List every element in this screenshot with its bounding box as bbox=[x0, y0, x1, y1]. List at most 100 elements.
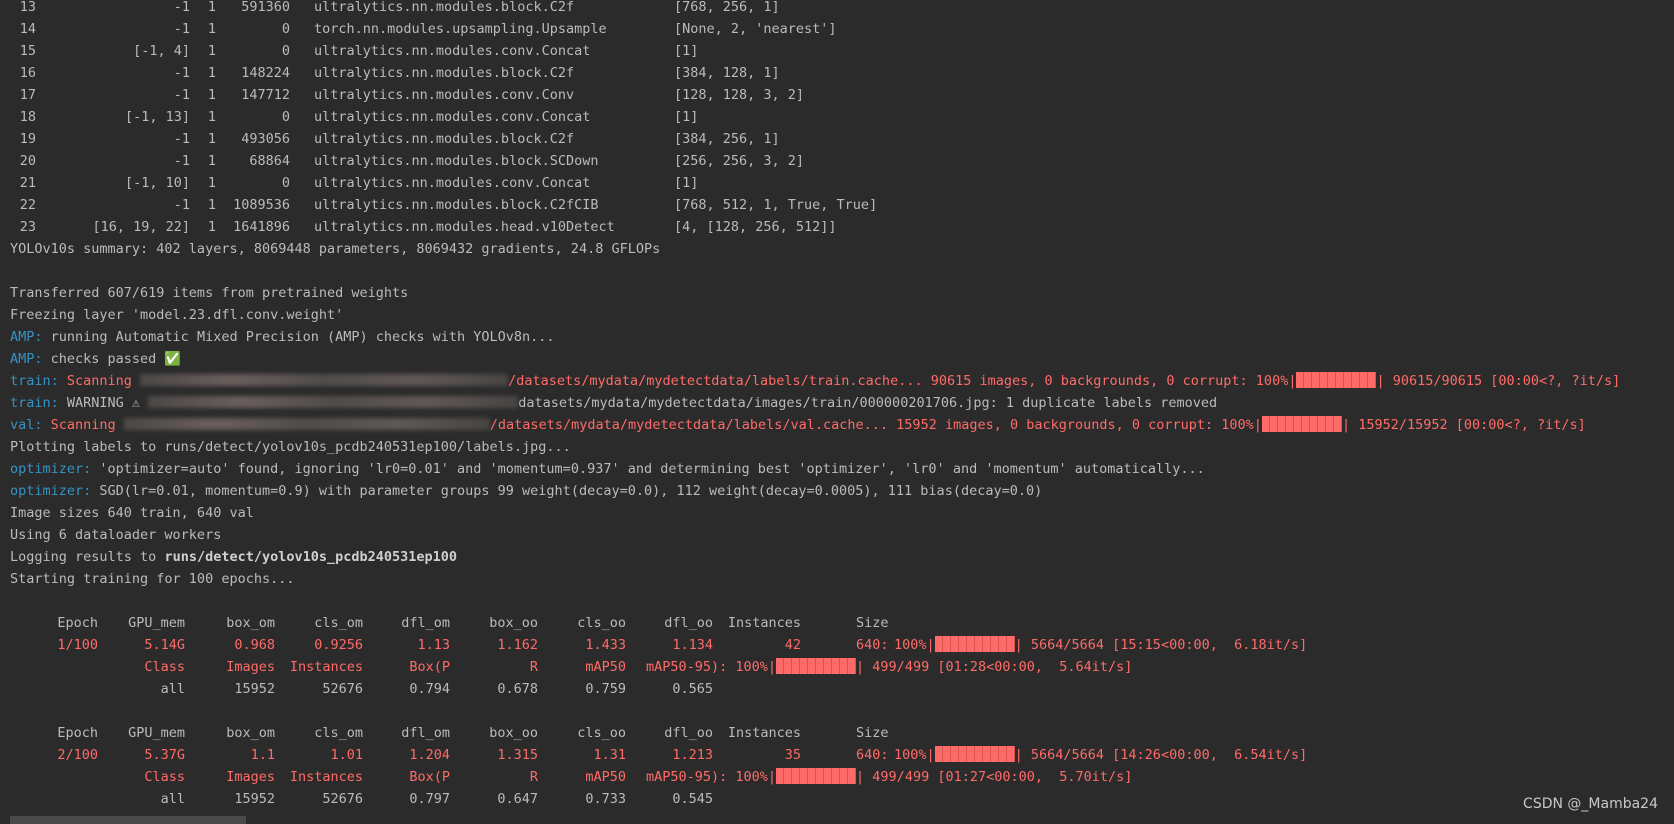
layer-index: 21 bbox=[19, 175, 36, 191]
table-cell: mAP50 bbox=[585, 659, 626, 675]
table-cell: 1.1 bbox=[250, 747, 275, 763]
layer-index: 23 bbox=[19, 219, 36, 235]
table-cell: dfl_om bbox=[401, 615, 450, 631]
log-text: /datasets/mydata/mydetectdata/labels/tra… bbox=[508, 373, 1297, 389]
table-cell: 1.162 bbox=[497, 637, 538, 653]
table-cell: Images bbox=[226, 659, 275, 675]
table-cell: 1.134 bbox=[672, 637, 713, 653]
progress-bar bbox=[934, 746, 1015, 762]
layer-arguments: [1] bbox=[674, 175, 699, 191]
redacted-path bbox=[123, 418, 490, 430]
layer-params: 148224 bbox=[241, 65, 290, 81]
layer-module: ultralytics.nn.modules.block.C2f bbox=[314, 0, 575, 15]
layer-from: -1 bbox=[173, 21, 190, 37]
layer-params: 1089536 bbox=[233, 197, 290, 213]
layer-from: [16, 19, 22] bbox=[92, 219, 190, 235]
table-cell: Instances bbox=[289, 769, 363, 785]
layer-params: 1641896 bbox=[233, 219, 290, 235]
table-cell: dfl_om bbox=[401, 725, 450, 741]
table-cell: 0.678 bbox=[497, 681, 538, 697]
table-cell: Instances bbox=[727, 615, 801, 631]
layer-arguments: [384, 256, 1] bbox=[674, 131, 780, 147]
table-cell: Images bbox=[226, 769, 275, 785]
layer-module: ultralytics.nn.modules.conv.Concat bbox=[314, 175, 591, 191]
layer-arguments: [768, 256, 1] bbox=[674, 0, 780, 15]
table-cell: 640: bbox=[856, 637, 889, 653]
table-cell: Size bbox=[856, 615, 889, 631]
val-header-tail: mAP50-95): 100%| bbox=[646, 769, 777, 785]
log-line: Transferred 607/619 items from pretraine… bbox=[10, 282, 408, 304]
layer-n: 1 bbox=[207, 131, 216, 147]
table-cell: Class bbox=[144, 769, 185, 785]
log-text: | 15952/15952 [00:00<?, ?it/s] bbox=[1341, 417, 1586, 433]
log-text: Plotting labels to runs/detect/yolov10s_… bbox=[10, 439, 571, 455]
table-cell: dfl_oo bbox=[664, 725, 713, 741]
layer-module: ultralytics.nn.modules.conv.Concat bbox=[314, 43, 591, 59]
table-cell: GPU_mem bbox=[128, 615, 185, 631]
layer-index: 18 bbox=[19, 109, 36, 125]
progress-bar bbox=[776, 768, 857, 784]
layer-index: 20 bbox=[19, 153, 36, 169]
layer-from: -1 bbox=[173, 197, 190, 213]
table-cell: box_om bbox=[226, 725, 275, 741]
layer-module: ultralytics.nn.modules.block.C2f bbox=[314, 65, 575, 81]
layer-module: ultralytics.nn.modules.block.C2fCIB bbox=[314, 197, 599, 213]
log-text: Scanning bbox=[42, 417, 124, 433]
val-progress-stats: | 499/499 [01:27<00:00, 5.70it/s] bbox=[856, 769, 1133, 785]
layer-params: 0 bbox=[281, 21, 290, 37]
table-cell: Box(P bbox=[409, 659, 450, 675]
table-cell: Instances bbox=[289, 659, 363, 675]
log-text: Using 6 dataloader workers bbox=[10, 527, 222, 543]
layer-n: 1 bbox=[207, 65, 216, 81]
layer-index: 17 bbox=[19, 87, 36, 103]
layer-params: 591360 bbox=[241, 0, 290, 15]
table-cell: cls_oo bbox=[577, 615, 626, 631]
layer-n: 1 bbox=[207, 43, 216, 59]
log-line: Image sizes 640 train, 640 val bbox=[10, 502, 254, 524]
progress-percent: 100%| bbox=[894, 747, 935, 763]
table-cell: 0.759 bbox=[585, 681, 626, 697]
log-text: Starting training for 100 epochs... bbox=[10, 571, 295, 587]
optimizer-tag: optimizer: bbox=[10, 483, 92, 499]
watermark: CSDN @_Mamba24 bbox=[1523, 796, 1658, 812]
table-cell: 1.433 bbox=[585, 637, 626, 653]
layer-index: 16 bbox=[19, 65, 36, 81]
layer-index: 15 bbox=[19, 43, 36, 59]
log-text: Image sizes 640 train, 640 val bbox=[10, 505, 254, 521]
train-tag: train: bbox=[10, 373, 59, 389]
log-text: datasets/mydata/mydetectdata/images/trai… bbox=[518, 395, 1218, 411]
table-cell: box_oo bbox=[489, 725, 538, 741]
layer-from: -1 bbox=[173, 153, 190, 169]
table-cell: 52676 bbox=[322, 791, 363, 807]
table-cell: 1.213 bbox=[672, 747, 713, 763]
layer-index: 14 bbox=[19, 21, 36, 37]
logging-line: Logging results to runs/detect/yolov10s_… bbox=[10, 546, 457, 568]
table-cell: box_oo bbox=[489, 615, 538, 631]
table-cell: cls_om bbox=[314, 725, 363, 741]
progress-percent: 100%| bbox=[894, 637, 935, 653]
layer-from: [-1, 4] bbox=[133, 43, 190, 59]
layer-arguments: [1] bbox=[674, 109, 699, 125]
table-cell: all bbox=[160, 791, 185, 807]
layer-module: ultralytics.nn.modules.block.SCDown bbox=[314, 153, 599, 169]
table-cell: 0.565 bbox=[672, 681, 713, 697]
horizontal-scrollbar[interactable] bbox=[10, 816, 246, 824]
log-text: 'optimizer=auto' found, ignoring 'lr0=0.… bbox=[91, 461, 1205, 477]
table-cell: mAP50 bbox=[585, 769, 626, 785]
log-text: WARNING ⚠ bbox=[58, 395, 149, 411]
layer-module: ultralytics.nn.modules.block.C2f bbox=[314, 131, 575, 147]
table-cell: 2/100 bbox=[57, 747, 98, 763]
amp-tag: AMP: bbox=[10, 351, 43, 367]
log-line: Using 6 dataloader workers bbox=[10, 524, 221, 546]
layer-module: torch.nn.modules.upsampling.Upsample bbox=[314, 21, 607, 37]
progress-bar bbox=[1261, 416, 1342, 432]
log-text: /datasets/mydata/mydetectdata/labels/val… bbox=[489, 417, 1262, 433]
table-cell: 0.794 bbox=[409, 681, 450, 697]
layer-index: 19 bbox=[19, 131, 36, 147]
layer-n: 1 bbox=[207, 219, 216, 235]
optimizer-line: optimizer: 'optimizer=auto' found, ignor… bbox=[10, 458, 1205, 480]
table-cell: 1/100 bbox=[57, 637, 98, 653]
layer-n: 1 bbox=[207, 21, 216, 37]
table-cell: dfl_oo bbox=[664, 615, 713, 631]
table-cell: 0.797 bbox=[409, 791, 450, 807]
